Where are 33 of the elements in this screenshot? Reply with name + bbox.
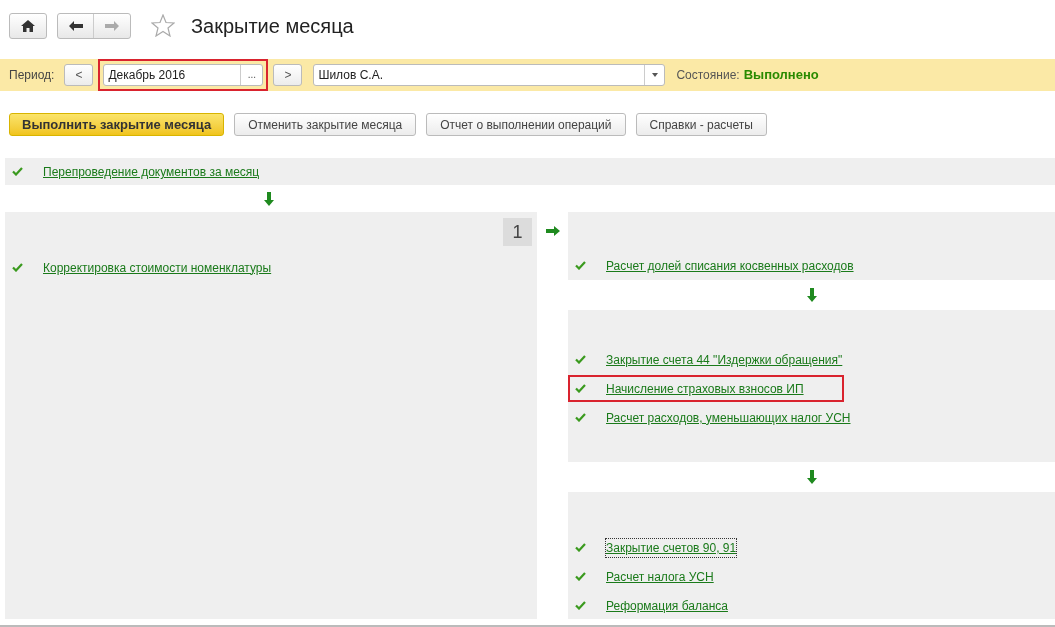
step-number: 1 <box>503 218 532 247</box>
home-button[interactable] <box>9 12 47 39</box>
previous-period-button[interactable]: < <box>64 63 94 86</box>
dropdown-icon <box>651 72 658 77</box>
responsible-field[interactable]: Шилов С.А. <box>313 63 666 86</box>
operation-link[interactable]: Перепроведение документов за месяц <box>43 162 260 181</box>
operation-link[interactable]: Корректировка стоимости номенклатуры <box>43 258 272 277</box>
operation-link[interactable]: Реформация баланса <box>606 596 728 615</box>
home-icon <box>21 19 35 32</box>
left-arrow-icon <box>68 20 83 31</box>
operation-link[interactable]: Расчет расходов, уменьшающих налог УСН <box>606 408 851 427</box>
operation-link[interactable]: Расчет налога УСН <box>606 567 714 586</box>
down-arrow-icon <box>806 288 817 303</box>
right-arrow-icon <box>545 226 560 237</box>
right-arrow-icon <box>105 20 119 31</box>
action-button[interactable]: Справки - расчеты <box>635 112 767 137</box>
operation-link[interactable]: Начисление страховых взносов ИП <box>606 379 804 398</box>
state-value: Выполнено <box>743 65 819 84</box>
state-label: Состояние: <box>676 66 740 84</box>
operation-link[interactable]: Закрытие счета 44 "Издержки обращения" <box>606 350 843 369</box>
period-field[interactable]: Декабрь 2016 ... <box>103 63 264 86</box>
primary-button[interactable]: Выполнить закрытие месяца <box>9 112 225 137</box>
choose-button[interactable]: ... <box>240 64 263 85</box>
next-period-button[interactable]: > <box>273 63 303 86</box>
period-label: Период: <box>9 66 55 84</box>
operation-link[interactable]: Закрытие счетов 90, 91 <box>606 538 737 557</box>
down-arrow-icon <box>806 470 817 485</box>
window-title: Закрытие месяца <box>191 13 354 39</box>
action-button[interactable]: Отменить закрытие месяца <box>234 112 417 137</box>
operation-link[interactable]: Расчет долей списания косвенных расходов <box>606 256 854 275</box>
down-arrow-icon <box>263 191 274 206</box>
action-button[interactable]: Отчет о выполнении операций <box>426 112 626 137</box>
star-icon[interactable] <box>151 14 175 38</box>
